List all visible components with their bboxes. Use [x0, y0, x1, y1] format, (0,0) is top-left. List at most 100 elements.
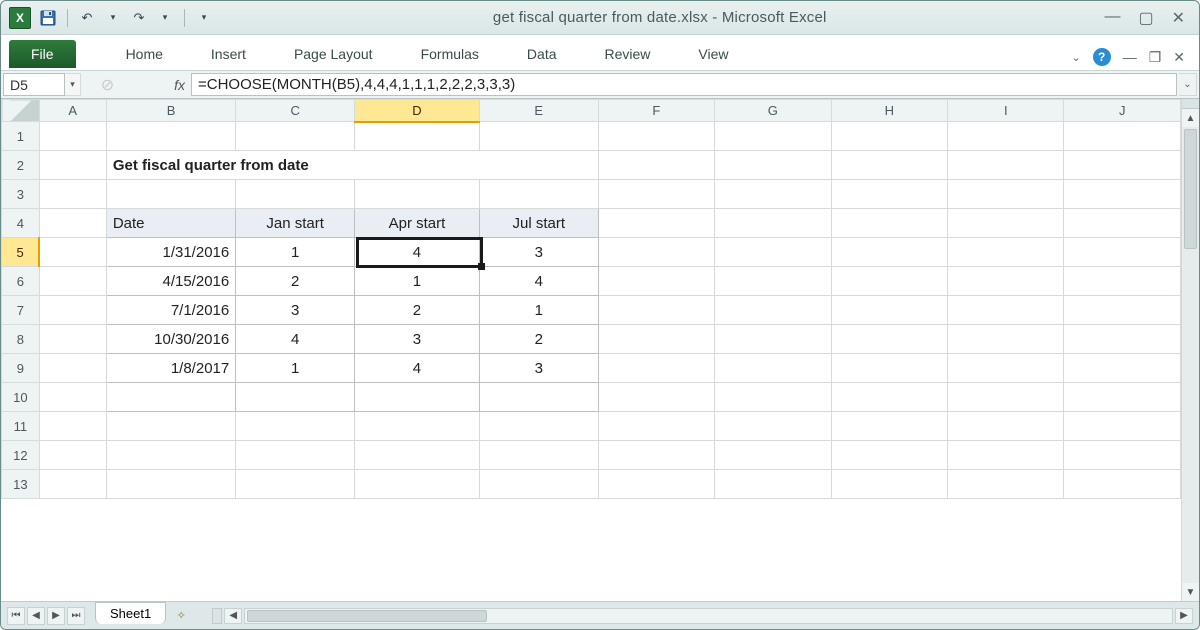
row-header[interactable]: 13	[2, 470, 40, 499]
tab-insert[interactable]: Insert	[187, 38, 270, 70]
formula-expand-icon[interactable]: ⌄	[1179, 73, 1197, 96]
hscroll-track[interactable]	[244, 608, 1173, 624]
row-header[interactable]: 4	[2, 209, 40, 238]
table-cell[interactable]: 3	[355, 325, 480, 354]
redo-icon[interactable]: ↷	[128, 7, 150, 29]
tab-page-layout[interactable]: Page Layout	[270, 38, 397, 70]
table-cell[interactable]: 1	[236, 238, 355, 267]
tab-home[interactable]: Home	[102, 38, 187, 70]
table-cell[interactable]	[355, 383, 480, 412]
file-tab[interactable]: File	[9, 40, 76, 68]
tab-review[interactable]: Review	[581, 38, 675, 70]
ribbon-minimize-icon[interactable]: ⌄	[1071, 51, 1080, 64]
table-header-jan[interactable]: Jan start	[236, 209, 355, 238]
table-cell[interactable]: 1	[479, 296, 598, 325]
row-header[interactable]: 6	[2, 267, 40, 296]
row-header[interactable]: 3	[2, 180, 40, 209]
vertical-scrollbar[interactable]: ▲ ▼	[1181, 99, 1199, 601]
row-header[interactable]: 2	[2, 151, 40, 180]
vscroll-thumb[interactable]	[1184, 129, 1197, 249]
col-header[interactable]: E	[479, 100, 598, 122]
close-icon[interactable]: ✕	[1172, 8, 1185, 28]
help-icon[interactable]: ?	[1093, 48, 1111, 66]
col-header[interactable]: B	[106, 100, 235, 122]
table-cell[interactable]: 1	[236, 354, 355, 383]
table-cell[interactable]: 4/15/2016	[106, 267, 235, 296]
maximize-icon[interactable]: ▢	[1138, 8, 1153, 28]
table-cell[interactable]: 2	[355, 296, 480, 325]
col-header[interactable]: F	[598, 100, 714, 122]
table-cell[interactable]: 3	[479, 238, 598, 267]
undo-dropdown-icon[interactable]: ▾	[102, 7, 124, 29]
undo-icon[interactable]: ↶	[76, 7, 98, 29]
table-cell[interactable]	[236, 383, 355, 412]
select-all-corner[interactable]	[2, 100, 40, 122]
qat-customize-icon[interactable]: ▾	[193, 7, 215, 29]
table-header-date[interactable]: Date	[106, 209, 235, 238]
row-header[interactable]: 8	[2, 325, 40, 354]
sheet-title[interactable]: Get fiscal quarter from date	[106, 151, 598, 180]
col-header[interactable]: I	[948, 100, 1064, 122]
col-header[interactable]: D	[355, 100, 480, 122]
horizontal-scrollbar[interactable]: ◀ ▶	[212, 608, 1193, 624]
row-header[interactable]: 5	[2, 238, 40, 267]
sheet-nav-prev-icon[interactable]: ◀	[27, 607, 45, 625]
sheet-nav-first-icon[interactable]: ⏮	[7, 607, 25, 625]
scroll-left-icon[interactable]: ◀	[224, 608, 242, 624]
fx-icon[interactable]: fx	[174, 77, 185, 93]
vertical-split-handle[interactable]	[1182, 99, 1199, 109]
tab-formulas[interactable]: Formulas	[397, 38, 503, 70]
table-cell[interactable]: 7/1/2016	[106, 296, 235, 325]
minimize-icon[interactable]: —	[1104, 8, 1120, 28]
row-header[interactable]: 9	[2, 354, 40, 383]
grid[interactable]: A B C D E F G H I J 1 2 Get fiscal quarte…	[1, 99, 1181, 601]
tab-view[interactable]: View	[674, 38, 752, 70]
table-cell[interactable]: 2	[236, 267, 355, 296]
row-header[interactable]: 7	[2, 296, 40, 325]
col-header[interactable]: J	[1064, 100, 1181, 122]
table-header-jul[interactable]: Jul start	[479, 209, 598, 238]
excel-app-icon[interactable]: X	[9, 7, 31, 29]
sheet-nav-next-icon[interactable]: ▶	[47, 607, 65, 625]
row-header[interactable]: 1	[2, 122, 40, 151]
col-header[interactable]: G	[715, 100, 831, 122]
table-cell[interactable]: 4	[479, 267, 598, 296]
col-header[interactable]: A	[39, 100, 106, 122]
fill-handle[interactable]	[478, 263, 485, 270]
formula-input[interactable]: =CHOOSE(MONTH(B5),4,4,4,1,1,1,2,2,2,3,3,…	[191, 73, 1177, 96]
table-cell[interactable]: 10/30/2016	[106, 325, 235, 354]
table-cell[interactable]: 4	[355, 354, 480, 383]
scroll-down-icon[interactable]: ▼	[1182, 583, 1199, 601]
table-cell[interactable]: 3	[479, 354, 598, 383]
mdi-close-icon[interactable]: ✕	[1173, 49, 1185, 66]
table-cell[interactable]: 1/31/2016	[106, 238, 235, 267]
mdi-restore-icon[interactable]: ❐	[1149, 49, 1162, 66]
redo-dropdown-icon[interactable]: ▾	[154, 7, 176, 29]
scroll-right-icon[interactable]: ▶	[1175, 608, 1193, 624]
table-cell[interactable]	[479, 383, 598, 412]
table-cell[interactable]: 4	[236, 325, 355, 354]
table-cell[interactable]: 4	[355, 238, 480, 267]
table-cell[interactable]: 1	[355, 267, 480, 296]
scroll-up-icon[interactable]: ▲	[1182, 109, 1199, 127]
row-header[interactable]: 10	[2, 383, 40, 412]
table-cell[interactable]: 3	[236, 296, 355, 325]
table-cell[interactable]: 1/8/2017	[106, 354, 235, 383]
tab-data[interactable]: Data	[503, 38, 581, 70]
row-header[interactable]: 12	[2, 441, 40, 470]
hscroll-thumb[interactable]	[247, 610, 487, 622]
table-header-apr[interactable]: Apr start	[355, 209, 480, 238]
sheet-nav-last-icon[interactable]: ⏭	[67, 607, 85, 625]
new-sheet-icon[interactable]: ✧	[170, 607, 192, 625]
horizontal-split-handle[interactable]	[212, 608, 222, 624]
name-box[interactable]: D5	[3, 73, 65, 96]
save-icon[interactable]	[37, 7, 59, 29]
row-header[interactable]: 11	[2, 412, 40, 441]
table-cell[interactable]: 2	[479, 325, 598, 354]
table-cell[interactable]	[106, 383, 235, 412]
col-header[interactable]: H	[831, 100, 947, 122]
vscroll-track[interactable]	[1182, 127, 1199, 583]
sheet-tab-sheet1[interactable]: Sheet1	[95, 602, 166, 624]
mdi-minimize-icon[interactable]: —	[1123, 49, 1137, 65]
col-header[interactable]: C	[236, 100, 355, 122]
